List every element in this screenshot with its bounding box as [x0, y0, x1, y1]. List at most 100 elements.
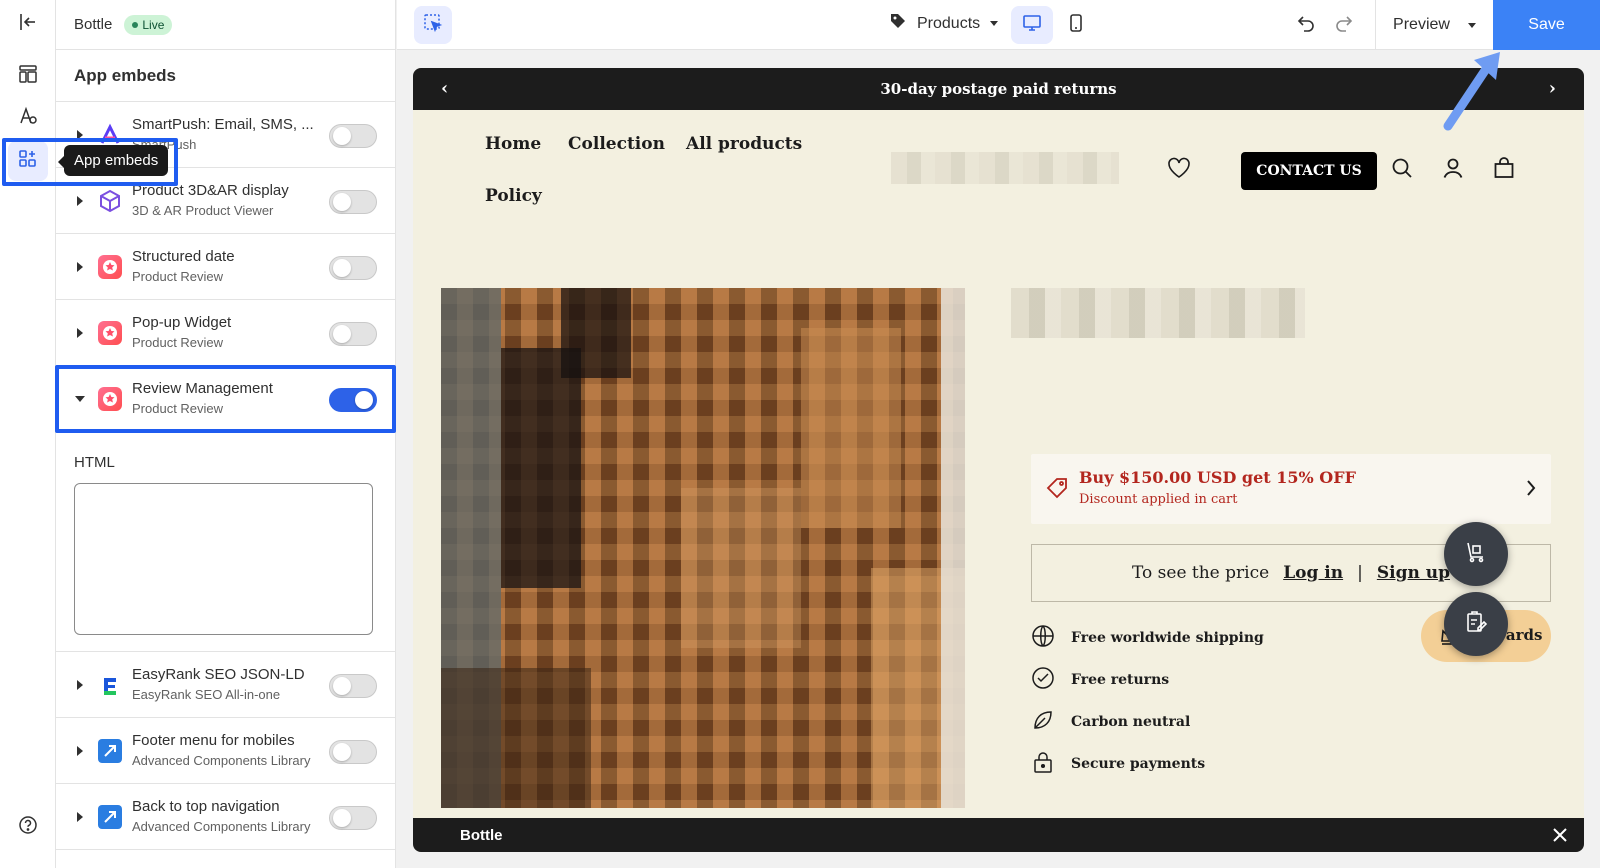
nav-link-policy[interactable]: Policy	[485, 186, 542, 206]
discount-subtitle: Discount applied in cart	[1079, 492, 1238, 507]
signup-link[interactable]: Sign up	[1377, 563, 1450, 583]
chevron-right-icon	[1525, 478, 1537, 503]
expand-caret-icon[interactable]	[77, 680, 83, 690]
live-dot	[132, 21, 139, 28]
embed-item-review-management[interactable]: Review Management Product Review	[56, 366, 395, 432]
redo-icon	[1335, 14, 1353, 37]
editor-topbar: Products Preview Save	[397, 0, 1600, 50]
html-setting: HTML	[56, 432, 395, 652]
product-image-blurred[interactable]	[441, 288, 965, 808]
embed-title: Footer menu for mobiles	[132, 732, 295, 749]
feature-row: Free returns	[1031, 666, 1169, 694]
embed-toggle[interactable]	[329, 190, 377, 214]
help-icon	[18, 815, 38, 840]
embed-toggle[interactable]	[329, 322, 377, 346]
left-rail	[0, 0, 56, 868]
embed-item-footer-menu[interactable]: Footer menu for mobiles Advanced Compone…	[56, 718, 395, 784]
embed-item-easyrank[interactable]: EasyRank SEO JSON-LD EasyRank SEO All-in…	[56, 652, 395, 718]
expand-caret-icon[interactable]	[77, 196, 83, 206]
account-button[interactable]	[1439, 156, 1467, 184]
floating-form-button[interactable]	[1444, 592, 1508, 656]
discount-banner[interactable]: Buy $150.00 USD get 15% OFF Discount app…	[1031, 454, 1551, 524]
hand-truck-icon	[1464, 540, 1488, 569]
embed-item-structured-date[interactable]: Structured date Product Review	[56, 234, 395, 300]
chevron-down-icon	[990, 21, 999, 26]
panel-title: App embeds	[56, 50, 395, 102]
components-app-icon	[98, 805, 122, 829]
html-label: HTML	[74, 454, 115, 471]
nav-link-collection[interactable]: Collection	[568, 134, 665, 154]
close-icon[interactable]	[1552, 827, 1568, 847]
html-textarea[interactable]	[74, 483, 373, 635]
store-logo-blurred[interactable]	[891, 152, 1119, 184]
exit-button[interactable]	[8, 4, 48, 44]
nav-link-home[interactable]: Home	[485, 134, 541, 154]
select-icon	[423, 13, 443, 38]
embed-toggle[interactable]	[329, 256, 377, 280]
expand-caret-icon[interactable]	[77, 746, 83, 756]
status-badge: Live	[124, 14, 173, 35]
search-button[interactable]	[1388, 156, 1416, 184]
preview-label: Preview	[1393, 16, 1450, 33]
undo-button[interactable]	[1293, 12, 1319, 38]
smartpush-app-icon	[98, 123, 122, 147]
desktop-icon	[1022, 13, 1042, 38]
embed-toggle[interactable]	[329, 388, 377, 412]
globe-icon	[1031, 624, 1055, 652]
login-link[interactable]: Log in	[1283, 563, 1343, 583]
app-embeds-icon	[18, 149, 38, 174]
feature-row: Secure payments	[1031, 750, 1205, 778]
embed-subtitle: Advanced Components Library	[132, 753, 311, 768]
layout-icon	[18, 64, 38, 89]
chevron-right-icon[interactable]: ›	[1549, 80, 1556, 98]
expand-caret-icon[interactable]	[77, 812, 83, 822]
embed-toggle[interactable]	[329, 740, 377, 764]
embed-title: Pop-up Widget	[132, 314, 232, 331]
expand-caret-icon[interactable]	[77, 328, 83, 338]
announcement-text: 30-day postage paid returns	[880, 80, 1117, 98]
price-hint-text: To see the price	[1132, 563, 1270, 583]
storefront-preview: ‹ 30-day postage paid returns › Home Col…	[413, 68, 1584, 852]
chevron-left-icon[interactable]: ‹	[441, 80, 448, 98]
embed-title: Back to top navigation	[132, 798, 280, 815]
account-icon	[1442, 157, 1464, 184]
desktop-view-button[interactable]	[1011, 6, 1053, 44]
tag-icon	[889, 12, 907, 35]
embed-toggle[interactable]	[329, 806, 377, 830]
lock-icon	[1031, 750, 1055, 778]
embed-item-popup-widget[interactable]: Pop-up Widget Product Review	[56, 300, 395, 366]
collapse-caret-icon[interactable]	[75, 396, 85, 402]
mobile-view-button[interactable]	[1055, 6, 1097, 44]
floating-cart-button[interactable]	[1444, 522, 1508, 586]
components-app-icon	[98, 739, 122, 763]
cart-button[interactable]	[1490, 156, 1518, 184]
inspector-button[interactable]	[414, 6, 452, 44]
embed-item-back-to-top[interactable]: Back to top navigation Advanced Componen…	[56, 784, 395, 850]
sections-button[interactable]	[8, 56, 48, 96]
review-app-icon	[98, 255, 122, 279]
theme-settings-button[interactable]	[8, 98, 48, 138]
redo-button[interactable]	[1331, 12, 1357, 38]
mobile-icon	[1066, 13, 1086, 38]
embed-title: EasyRank SEO JSON-LD	[132, 666, 305, 683]
embed-toggle[interactable]	[329, 674, 377, 698]
save-button[interactable]: Save	[1493, 0, 1600, 50]
embed-title: SmartPush: Email, SMS, ...	[132, 116, 314, 133]
app-embeds-button[interactable]	[8, 141, 48, 181]
feature-row: Free worldwide shipping	[1031, 624, 1264, 652]
contact-us-button[interactable]: CONTACT US	[1241, 152, 1377, 190]
review-app-icon	[98, 387, 122, 411]
expand-caret-icon[interactable]	[77, 262, 83, 272]
help-button[interactable]	[8, 807, 48, 847]
preview-button[interactable]: Preview	[1375, 0, 1493, 50]
expand-caret-icon[interactable]	[77, 130, 83, 140]
nav-link-all-products[interactable]: All products	[686, 134, 802, 154]
theme-icon	[18, 106, 38, 131]
embed-item-3dar[interactable]: Product 3D&AR display 3D & AR Product Vi…	[56, 168, 395, 234]
page-selector[interactable]: Products	[889, 12, 999, 35]
check-circle-icon	[1031, 666, 1055, 694]
embed-toggle[interactable]	[329, 124, 377, 148]
feature-row: Carbon neutral	[1031, 708, 1190, 736]
wishlist-button[interactable]	[1165, 156, 1193, 184]
separator: |	[1357, 563, 1363, 583]
